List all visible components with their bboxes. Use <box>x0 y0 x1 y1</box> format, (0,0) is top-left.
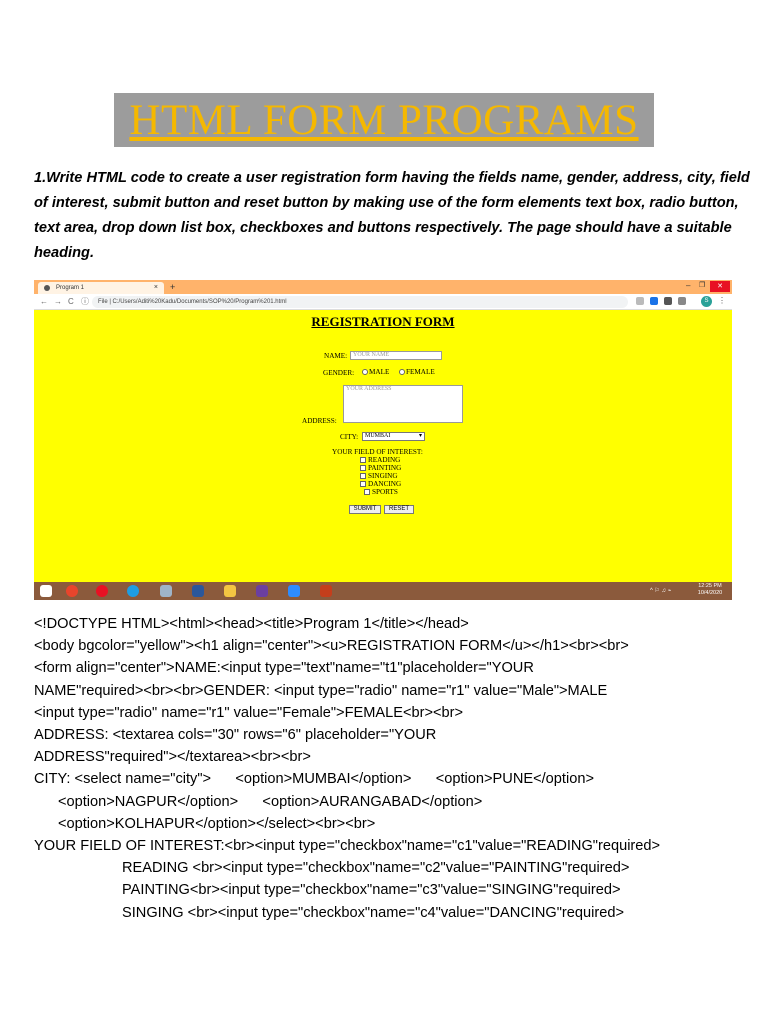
code-line: CITY: <select name="city"> <option>MUMBA… <box>34 771 594 788</box>
reading-checkbox[interactable] <box>360 457 366 464</box>
windows-start-icon[interactable] <box>40 585 52 597</box>
question-text: 1.Write HTML code to create a user regis… <box>34 170 750 261</box>
clock-time: 12:25 PM <box>698 583 722 589</box>
clock-date: 10/4/2020 <box>697 590 723 596</box>
dancing-checkbox[interactable] <box>360 481 366 488</box>
female-label: FEMALE <box>406 368 435 376</box>
sports-label: SPORTS <box>372 488 398 496</box>
extension-icon[interactable] <box>650 297 658 305</box>
windows-taskbar: ^ ⚐ ♫ ⌁ 12:25 PM 10/4/2020 <box>34 582 732 600</box>
singing-label: SINGING <box>368 472 398 480</box>
file-explorer-icon[interactable] <box>224 585 236 597</box>
opera-icon[interactable] <box>96 585 108 597</box>
star-icon[interactable] <box>636 297 644 305</box>
code-line: <option>KOLHAPUR</option></select><br><b… <box>58 815 376 832</box>
tab-title: Program 1 <box>56 285 85 291</box>
interest-sports[interactable]: SPORTS <box>364 488 398 496</box>
name-label: NAME: <box>324 352 348 360</box>
city-label: CITY: <box>340 433 359 441</box>
code-line: YOUR FIELD OF INTEREST:<br><input type="… <box>34 838 661 855</box>
interest-painting[interactable]: PAINTING <box>360 464 401 472</box>
tab-strip: Program 1 × + – ❐ ✕ <box>34 280 732 294</box>
address-label: ADDRESS: <box>302 417 337 425</box>
address-textarea[interactable]: YOUR ADDRESS <box>343 385 463 423</box>
page-title: HTML FORM PROGRAMS <box>129 96 639 144</box>
new-tab-button[interactable]: + <box>170 280 175 294</box>
interest-dancing[interactable]: DANCING <box>360 480 401 488</box>
browser-tab[interactable]: Program 1 × <box>38 282 164 294</box>
submit-button[interactable]: SUBMIT <box>349 505 381 514</box>
painting-checkbox[interactable] <box>360 465 366 472</box>
forward-icon[interactable]: → <box>54 296 62 308</box>
word-icon[interactable] <box>192 585 204 597</box>
gender-label: GENDER: <box>323 369 355 377</box>
code-line: <option>NAGPUR</option> <option>AURANGAB… <box>58 793 483 810</box>
reset-button[interactable]: RESET <box>384 505 414 514</box>
code-line: <form align="center">NAME:<input type="t… <box>34 660 534 677</box>
globe-icon <box>44 285 50 291</box>
code-line: <input type="radio" name="r1" value="Fem… <box>34 704 464 721</box>
site-info-icon[interactable]: ⓘ <box>81 296 89 308</box>
male-radio[interactable] <box>362 369 368 376</box>
registration-form-page: REGISTRATION FORM NAME: YOUR NAME GENDER… <box>34 310 732 582</box>
male-label: MALE <box>369 368 390 376</box>
code-line: <!DOCTYPE HTML><html><head><title>Progra… <box>34 616 469 632</box>
edge-icon[interactable] <box>127 585 139 597</box>
chevron-down-icon: ▾ <box>418 433 422 439</box>
office-icon[interactable] <box>320 585 332 597</box>
dancing-label: DANCING <box>368 480 402 488</box>
gender-female-option[interactable]: FEMALE <box>398 368 435 376</box>
maximize-button[interactable]: ❐ <box>699 280 705 292</box>
female-radio[interactable] <box>399 369 405 376</box>
close-window-button[interactable]: ✕ <box>710 281 730 292</box>
city-select[interactable]: MUMBAI ▾ <box>362 432 425 441</box>
minimize-button[interactable]: – <box>686 280 690 292</box>
code-listing: <!DOCTYPE HTML><html><head><title>Progra… <box>34 613 754 924</box>
taskbar-clock[interactable]: 12:25 PM 10/4/2020 <box>690 583 730 597</box>
tab-close-icon[interactable]: × <box>154 282 158 294</box>
puzzle-icon[interactable] <box>664 297 672 305</box>
gender-male-option[interactable]: MALE <box>361 368 389 376</box>
interest-label: YOUR FIELD OF INTEREST: <box>332 448 423 456</box>
painting-label: PAINTING <box>368 464 402 472</box>
app-icon[interactable] <box>160 585 172 597</box>
code-line: READING <br><input type="checkbox"name="… <box>122 860 630 877</box>
code-line: PAINTING<br><input type="checkbox"name="… <box>122 882 621 899</box>
chrome-icon[interactable] <box>66 585 78 597</box>
city-selected: MUMBAI <box>365 433 391 439</box>
interest-singing[interactable]: SINGING <box>360 472 398 480</box>
singing-checkbox[interactable] <box>360 473 366 480</box>
code-line: NAME"required><br><br>GENDER: <input typ… <box>34 682 608 699</box>
code-line: ADDRESS"required"></textarea><br><br> <box>34 749 311 766</box>
reading-label: READING <box>368 456 401 464</box>
reload-icon[interactable]: C <box>68 296 74 308</box>
heading-banner: HTML FORM PROGRAMS <box>114 93 654 147</box>
sports-checkbox[interactable] <box>364 489 370 496</box>
profile-avatar[interactable]: S <box>701 296 712 307</box>
zoom-icon[interactable] <box>288 585 300 597</box>
vpn-icon[interactable] <box>256 585 268 597</box>
form-heading: REGISTRATION FORM <box>311 314 455 329</box>
code-line: <body bgcolor="yellow"><h1 align="center… <box>34 638 629 655</box>
code-line: ADDRESS: <textarea cols="30" rows="6" pl… <box>34 727 437 744</box>
menu-icon[interactable]: ⋮ <box>718 295 726 307</box>
system-tray[interactable]: ^ ⚐ ♫ ⌁ <box>650 586 671 596</box>
code-line: SINGING <br><input type="checkbox"name="… <box>122 904 624 921</box>
url-field[interactable]: File | C:/Users/Aditi%20Kadu/Documents/S… <box>92 296 628 308</box>
name-input[interactable]: YOUR NAME <box>350 351 442 360</box>
interest-reading[interactable]: READING <box>360 456 400 464</box>
browser-screenshot: Program 1 × + – ❐ ✕ ← → C ⓘ File | C:/Us… <box>34 280 732 600</box>
playlist-icon[interactable] <box>678 297 686 305</box>
address-bar: ← → C ⓘ File | C:/Users/Aditi%20Kadu/Doc… <box>34 294 732 310</box>
back-icon[interactable]: ← <box>40 296 48 308</box>
